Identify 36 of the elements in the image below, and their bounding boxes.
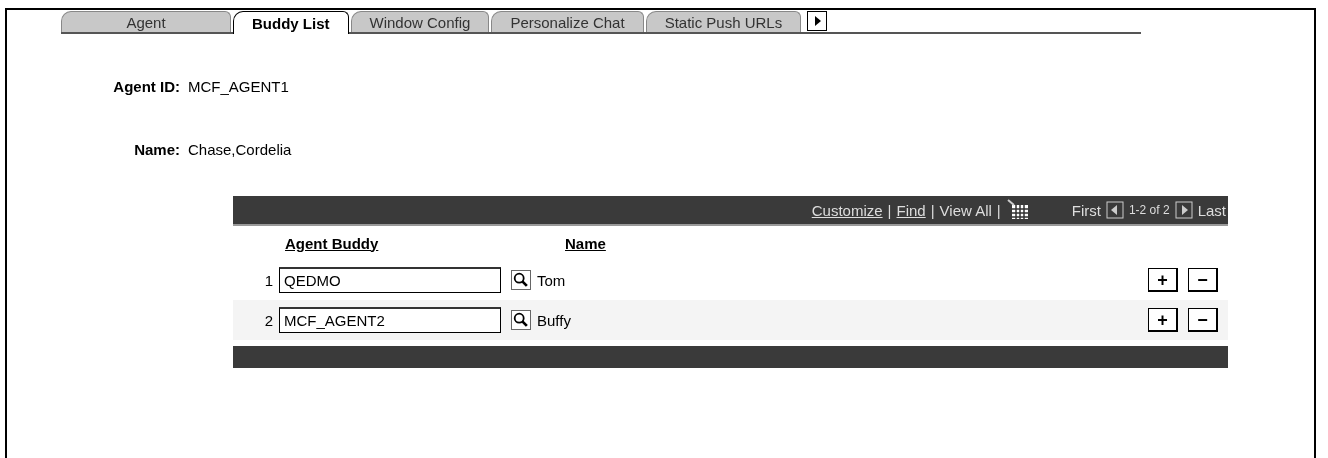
search-icon[interactable] (511, 310, 531, 330)
tab[interactable]: Static Push URLs (645, 11, 802, 32)
column-header[interactable]: Name (565, 234, 606, 252)
input-field[interactable]: QEDMO (279, 267, 501, 293)
next-tab-icon[interactable] (807, 11, 828, 31)
tab[interactable]: Window Config (350, 11, 490, 32)
view-all-text: View All (939, 201, 992, 219)
range-text: 1-2 of 2 (1128, 203, 1170, 217)
tab[interactable]: Personalize Chat (491, 11, 644, 32)
grid-link[interactable]: Find (896, 201, 926, 219)
grid-link[interactable]: Customize (811, 201, 883, 219)
separator: | (887, 201, 892, 219)
next-icon[interactable] (1174, 201, 1193, 219)
field-value: Chase,Cordelia (188, 141, 293, 158)
field-label: Name: (133, 141, 180, 158)
field-value: MCF_AGENT1 (188, 78, 290, 95)
tab[interactable]: Agent (61, 11, 231, 32)
row-number: 2 (263, 311, 274, 329)
separator: | (930, 201, 935, 219)
add-row-button[interactable]: + (1148, 308, 1178, 332)
column-header[interactable]: Agent Buddy (285, 234, 565, 252)
delete-row-button[interactable]: − (1188, 268, 1218, 292)
separator: | (996, 201, 1001, 219)
previous-icon[interactable] (1105, 201, 1124, 219)
search-icon[interactable] (511, 270, 531, 290)
name-text: Buffy (537, 311, 572, 329)
input-field[interactable]: MCF_AGENT2 (279, 307, 501, 333)
first-text: First (1071, 201, 1101, 219)
add-row-button[interactable]: + (1148, 268, 1178, 292)
spreadsheet-icon[interactable] (1005, 199, 1030, 221)
field-label: Agent ID: (112, 78, 180, 95)
last-text: Last (1197, 201, 1226, 219)
row-number: 1 (263, 271, 274, 289)
delete-row-button[interactable]: − (1188, 308, 1218, 332)
name-text: Tom (537, 271, 567, 289)
tab[interactable]: Buddy List (233, 11, 349, 34)
